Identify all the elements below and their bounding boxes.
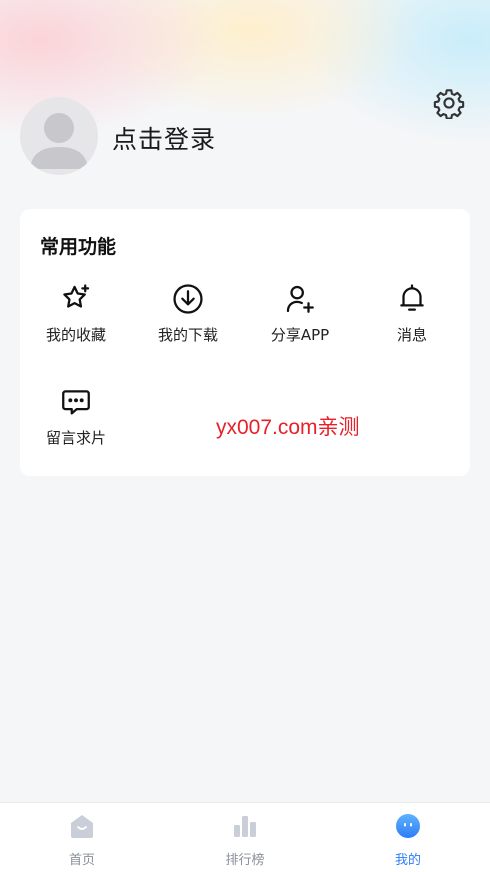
message-icon xyxy=(59,385,93,419)
bottom-tab-bar: 首页 排行榜 我的 xyxy=(0,802,490,872)
favorites-label: 我的收藏 xyxy=(45,326,106,344)
messages-item[interactable]: 消息 xyxy=(356,282,466,362)
login-link[interactable]: 点击登录 xyxy=(112,120,216,156)
avatar[interactable] xyxy=(20,97,98,175)
tab-ranking-label: 排行榜 xyxy=(225,853,265,868)
section-title: 常用功能 xyxy=(40,236,117,258)
favorites-item[interactable]: 我的收藏 xyxy=(20,282,130,362)
bell-icon xyxy=(395,282,429,316)
gear-icon xyxy=(433,89,465,119)
home-icon xyxy=(69,813,95,839)
share-app-label: 分享APP xyxy=(270,326,330,344)
tab-ranking[interactable]: 排行榜 xyxy=(185,803,305,872)
watermark-text: yx007.com亲测 xyxy=(216,416,360,439)
profile-icon xyxy=(395,813,421,839)
star-icon xyxy=(59,282,93,316)
ranking-icon xyxy=(232,813,258,839)
tab-profile[interactable]: 我的 xyxy=(348,803,468,872)
settings-button[interactable] xyxy=(432,86,466,120)
default-avatar-icon xyxy=(30,113,88,169)
common-functions-card: 常用功能 我的收藏 我的下载 分享APP 消息 留言求片 yx007.com亲测 xyxy=(20,209,470,476)
messages-label: 消息 xyxy=(396,326,427,344)
tab-home[interactable]: 首页 xyxy=(22,803,142,872)
share-app-item[interactable]: 分享APP xyxy=(244,282,354,362)
tab-profile-label: 我的 xyxy=(394,853,421,868)
request-video-item[interactable]: 留言求片 xyxy=(20,385,130,465)
request-video-label: 留言求片 xyxy=(45,429,106,447)
downloads-item[interactable]: 我的下载 xyxy=(132,282,242,362)
download-icon xyxy=(171,282,205,316)
tab-home-label: 首页 xyxy=(68,853,95,868)
share-user-icon xyxy=(283,282,317,316)
downloads-label: 我的下载 xyxy=(157,326,218,344)
